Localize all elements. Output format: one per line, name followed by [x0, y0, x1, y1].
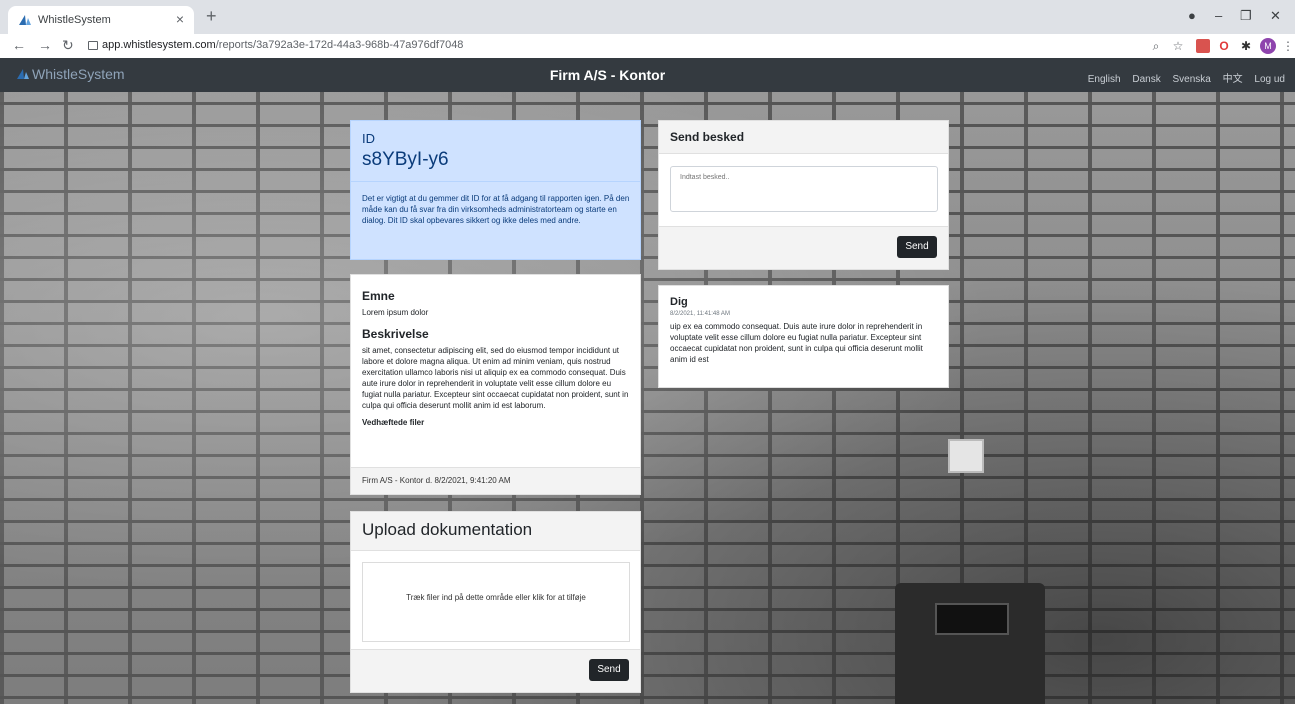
browser-menu-icon[interactable]: ⋮ [1280, 38, 1295, 54]
file-dropzone[interactable]: Træk filer ind på dette område eller kli… [362, 562, 630, 642]
extension-calendar-icon[interactable] [1196, 39, 1210, 53]
minimize-icon[interactable]: – [1215, 8, 1222, 23]
send-message-footer: Send [659, 226, 948, 269]
forward-icon[interactable]: → [38, 37, 52, 53]
upload-title: Upload dokumentation [362, 520, 533, 539]
bin-slot [935, 603, 1009, 635]
message-timestamp: 8/2/2021, 11:41:48 AM [670, 311, 730, 317]
back-icon[interactable]: ← [12, 37, 26, 53]
url-field[interactable]: app.whistlesystem.com/reports/3a792a3e-1… [102, 39, 463, 51]
window-close-icon[interactable]: ✕ [1270, 8, 1281, 24]
id-label: ID [362, 131, 375, 146]
nav-links: English Dansk Svenska 中文 Log ud [1079, 70, 1285, 85]
page-title: Firm A/S - Kontor [549, 67, 666, 83]
restore-icon[interactable]: ❐ [1240, 8, 1252, 24]
send-message-title: Send besked [670, 130, 745, 144]
whistlesystem-logo-icon [19, 15, 31, 25]
description-heading: Beskrivelse [362, 327, 429, 341]
url-domain: app.whistlesystem.com [102, 39, 216, 51]
nav-link-chinese[interactable]: 中文 [1223, 74, 1243, 85]
message-text: uip ex ea commodo consequat. Duis aute i… [670, 322, 923, 364]
reload-icon[interactable]: ↻ [62, 37, 74, 54]
nav-link-logout[interactable]: Log ud [1254, 74, 1285, 85]
opera-extension-icon[interactable]: O [1216, 38, 1232, 54]
message-input[interactable] [670, 166, 938, 212]
extensions-puzzle-icon[interactable]: ✱ [1238, 38, 1254, 54]
message-send-button[interactable]: Send [897, 236, 937, 258]
fire-extinguisher-sign-icon [948, 439, 984, 473]
nav-link-dansk[interactable]: Dansk [1132, 74, 1160, 85]
tab-close-icon[interactable]: × [176, 11, 184, 27]
trash-bin-image [895, 583, 1045, 704]
attachments-heading: Vedhæftede filer [362, 418, 425, 427]
id-info-text: Det er vigtigt at du gemmer dit ID for a… [362, 194, 630, 225]
upload-send-button[interactable]: Send [589, 659, 629, 681]
lock-icon [88, 41, 98, 50]
send-message-card: Send besked Send [658, 120, 949, 270]
profile-dot-icon[interactable]: ● [1188, 8, 1196, 23]
new-tab-icon[interactable]: + [206, 6, 217, 27]
tab-title: WhistleSystem [38, 14, 111, 26]
upload-card: Upload dokumentation Træk filer ind på d… [350, 511, 641, 693]
description-text: sit amet, consectetur adipiscing elit, s… [362, 346, 629, 410]
report-footer: Firm A/S - Kontor d. 8/2/2021, 9:41:20 A… [351, 467, 640, 494]
message-sender: Dig [670, 296, 688, 308]
message-card: Dig 8/2/2021, 11:41:48 AM uip ex ea comm… [658, 285, 949, 388]
browser-tab[interactable]: WhistleSystem × [8, 6, 194, 34]
id-value: s8YByI-y6 [362, 149, 449, 170]
url-path: /reports/3a792a3e-172d-44a3-968b-47a976d… [215, 39, 464, 51]
browser-tabstrip: WhistleSystem × + ● – ❐ ✕ [0, 0, 1295, 34]
address-bar: ← → ↻ app.whistlesystem.com/reports/3a79… [0, 34, 1295, 59]
upload-divider [351, 550, 640, 551]
zoom-icon[interactable]: ⌕ [1148, 38, 1164, 54]
id-divider [351, 181, 640, 182]
upload-footer: Send [351, 649, 640, 692]
id-card: ID s8YByI-y6 Det er vigtigt at du gemmer… [350, 120, 641, 260]
report-card: Emne Lorem ipsum dolor Beskrivelse sit a… [350, 274, 641, 495]
subject-text: Lorem ipsum dolor [362, 308, 429, 317]
app-viewport: WhistleSystem Firm A/S - Kontor English … [0, 58, 1295, 704]
nav-link-svenska[interactable]: Svenska [1172, 74, 1210, 85]
navbar: WhistleSystem Firm A/S - Kontor English … [0, 58, 1295, 92]
nav-link-english[interactable]: English [1088, 74, 1121, 85]
subject-heading: Emne [362, 289, 395, 303]
profile-avatar[interactable]: M [1260, 38, 1276, 54]
bookmark-star-icon[interactable]: ☆ [1170, 38, 1186, 54]
